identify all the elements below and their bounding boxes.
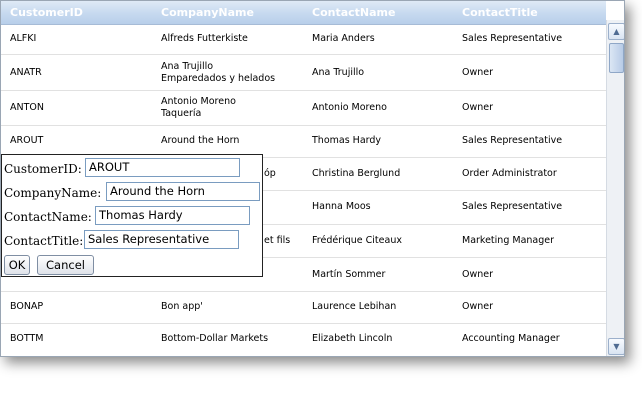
cell-company-name: Around the Horn [161, 135, 240, 146]
edit-popup: CustomerID: AROUT CompanyName: Around th… [1, 154, 263, 277]
table-row[interactable]: ALFKI Alfreds Futterkiste Maria Anders S… [1, 25, 606, 55]
cell-customer-id: BONAP [10, 301, 44, 312]
cell-customer-id: ALFKI [10, 33, 37, 44]
customer-id-label: CustomerID: [4, 162, 82, 176]
cell-company-name: et fils [264, 235, 291, 246]
cell-company-name: óp [264, 168, 276, 179]
table-row[interactable]: BONAP Bon app' Laurence Lebihan Owner [1, 292, 606, 324]
cell-contact-title: Owner [462, 269, 494, 280]
chevron-down-icon[interactable]: ▼ [608, 338, 624, 355]
cell-contact-title: Sales Representative [462, 201, 563, 212]
cell-contact-name: Ana Trujillo [312, 67, 365, 78]
cell-contact-name: Maria Anders [312, 33, 375, 44]
cell-company-name: Bon app' [161, 301, 203, 312]
table-row[interactable]: ANTON Antonio Moreno Taquería Antonio Mo… [1, 91, 606, 126]
cell-contact-name: Hanna Moos [312, 201, 371, 212]
cell-customer-id: BOTTM [10, 333, 44, 344]
vertical-scrollbar[interactable]: ▲ ▼ [606, 20, 624, 356]
cell-company-name-line2: Emparedados y helados [161, 73, 276, 84]
ok-button[interactable]: OK [4, 255, 30, 275]
cell-company-name-line2: Taquería [161, 108, 202, 119]
cell-customer-id: ANTON [10, 102, 44, 113]
table-row[interactable]: ANATR Ana Trujillo Emparedados y helados… [1, 55, 606, 91]
cell-contact-title: Owner [462, 67, 494, 78]
cell-company-name: Ana Trujillo [161, 61, 214, 72]
cell-contact-title: Owner [462, 102, 494, 113]
contact-name-label: ContactName: [4, 210, 92, 224]
cell-contact-name: Martín Sommer [312, 269, 386, 280]
cell-customer-id: ANATR [10, 67, 42, 78]
cell-contact-name: Elizabeth Lincoln [312, 333, 393, 344]
column-header-customerid[interactable]: CustomerID [10, 6, 83, 19]
cell-contact-title: Sales Representative [462, 135, 563, 146]
column-header-contactname[interactable]: ContactName [312, 6, 395, 19]
grid-header: CustomerID CompanyName ContactName Conta… [1, 1, 606, 25]
cell-contact-title: Marketing Manager [462, 235, 555, 246]
cell-contact-name: Antonio Moreno [312, 102, 387, 113]
cancel-button[interactable]: Cancel [37, 255, 94, 275]
column-header-companyname[interactable]: CompanyName [161, 6, 254, 19]
cell-contact-title: Accounting Manager [462, 333, 560, 344]
table-row[interactable]: BOTTM Bottom-Dollar Markets Elizabeth Li… [1, 324, 606, 356]
cell-contact-name: Laurence Lebihan [312, 301, 397, 312]
cell-contact-name: Thomas Hardy [312, 135, 382, 146]
customer-id-field[interactable]: AROUT [85, 158, 240, 177]
grid-window: CustomerID CompanyName ContactName Conta… [0, 0, 625, 357]
cell-contact-name: Christina Berglund [312, 168, 401, 179]
cell-customer-id: AROUT [10, 135, 44, 146]
cell-company-name: Bottom-Dollar Markets [161, 333, 269, 344]
cell-contact-title: Owner [462, 301, 494, 312]
scrollbar-thumb[interactable] [609, 43, 624, 73]
column-header-contacttitle[interactable]: ContactTitle [462, 6, 538, 19]
company-name-field[interactable]: Around the Horn [106, 182, 260, 201]
contact-title-field[interactable]: Sales Representative [84, 230, 239, 249]
cell-contact-name: Frédérique Citeaux [312, 235, 402, 246]
cell-company-name: Antonio Moreno [161, 96, 236, 107]
cell-contact-title: Order Administrator [462, 168, 557, 179]
cell-contact-title: Sales Representative [462, 33, 563, 44]
contact-name-field[interactable]: Thomas Hardy [95, 206, 250, 225]
cell-company-name: Alfreds Futterkiste [161, 33, 248, 44]
contact-title-label: ContactTitle: [4, 234, 84, 248]
company-name-label: CompanyName: [4, 186, 102, 200]
chevron-up-icon[interactable]: ▲ [608, 23, 624, 40]
